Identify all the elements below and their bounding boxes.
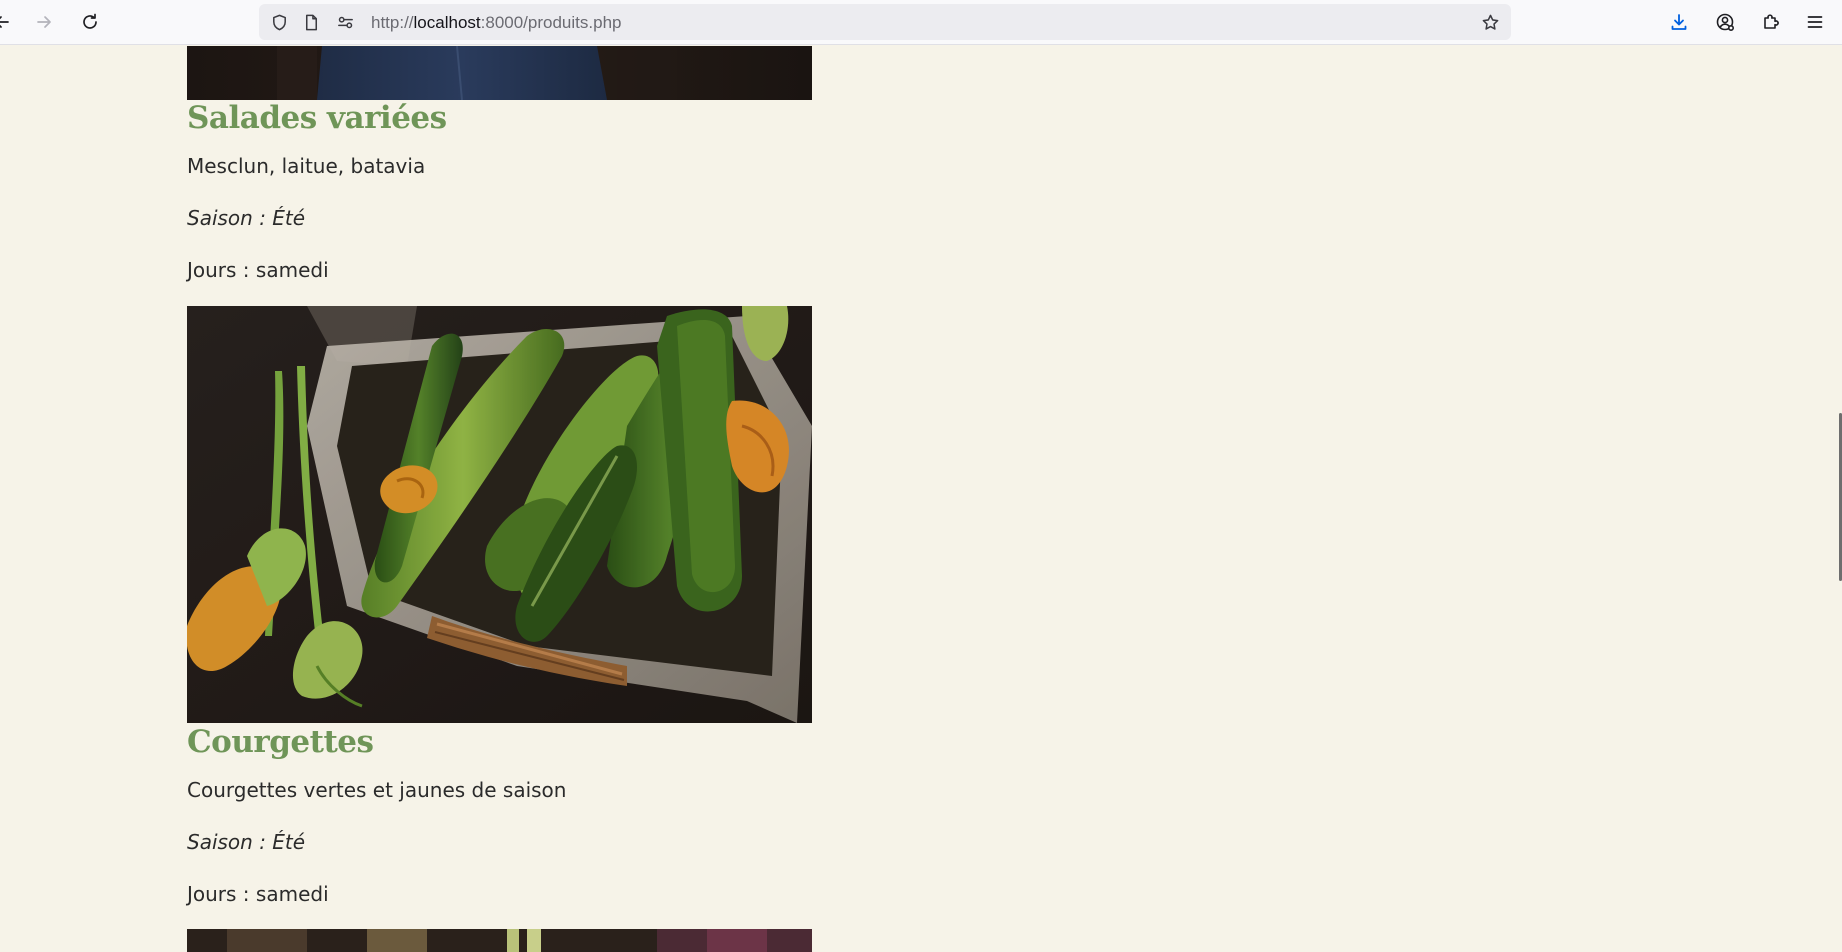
account-icon xyxy=(1716,13,1735,32)
shield-icon[interactable] xyxy=(269,12,289,32)
reload-icon xyxy=(83,13,97,29)
account-button[interactable] xyxy=(1709,6,1741,38)
browser-toolbar: http://localhost:8000/produits.php xyxy=(0,0,1842,45)
url-path: :8000/produits.php xyxy=(480,13,622,32)
permissions-icon[interactable] xyxy=(335,12,355,32)
product-season-salades: Saison : Été xyxy=(187,206,306,230)
product-description-courgettes: Courgettes vertes et jaunes de saison xyxy=(187,778,567,802)
hamburger-menu-icon xyxy=(1807,16,1823,28)
download-icon xyxy=(1671,14,1687,30)
star-icon[interactable] xyxy=(1480,12,1500,32)
forward-arrow-icon xyxy=(37,16,51,28)
product-days-salades: Jours : samedi xyxy=(187,258,329,282)
salad-photo xyxy=(187,46,812,100)
puzzle-icon xyxy=(1764,14,1779,29)
reload-button[interactable] xyxy=(74,6,106,38)
forward-button[interactable] xyxy=(28,6,60,38)
back-button[interactable] xyxy=(0,6,18,38)
zucchini-photo xyxy=(187,306,812,723)
url-host: localhost xyxy=(413,13,481,32)
product-title-salades: Salades variées xyxy=(187,100,447,136)
url-scheme: http:// xyxy=(371,13,414,32)
product-days-courgettes: Jours : samedi xyxy=(187,882,329,906)
extensions-button[interactable] xyxy=(1755,6,1787,38)
product-image-next xyxy=(187,929,812,952)
page-content: Salades variées Mesclun, laitue, batavia… xyxy=(0,46,1842,952)
product-image-salades xyxy=(187,46,812,100)
back-arrow-icon xyxy=(0,16,9,28)
next-product-photo xyxy=(187,929,812,952)
product-description-salades: Mesclun, laitue, batavia xyxy=(187,154,426,178)
address-bar[interactable]: http://localhost:8000/produits.php xyxy=(259,4,1511,40)
product-image-courgettes xyxy=(187,306,812,723)
url-text[interactable]: http://localhost:8000/produits.php xyxy=(371,13,621,33)
page-icon[interactable] xyxy=(301,12,321,32)
app-menu-button[interactable] xyxy=(1799,6,1831,38)
downloads-button[interactable] xyxy=(1663,6,1695,38)
product-season-courgettes: Saison : Été xyxy=(187,830,306,854)
product-title-courgettes: Courgettes xyxy=(187,724,374,760)
